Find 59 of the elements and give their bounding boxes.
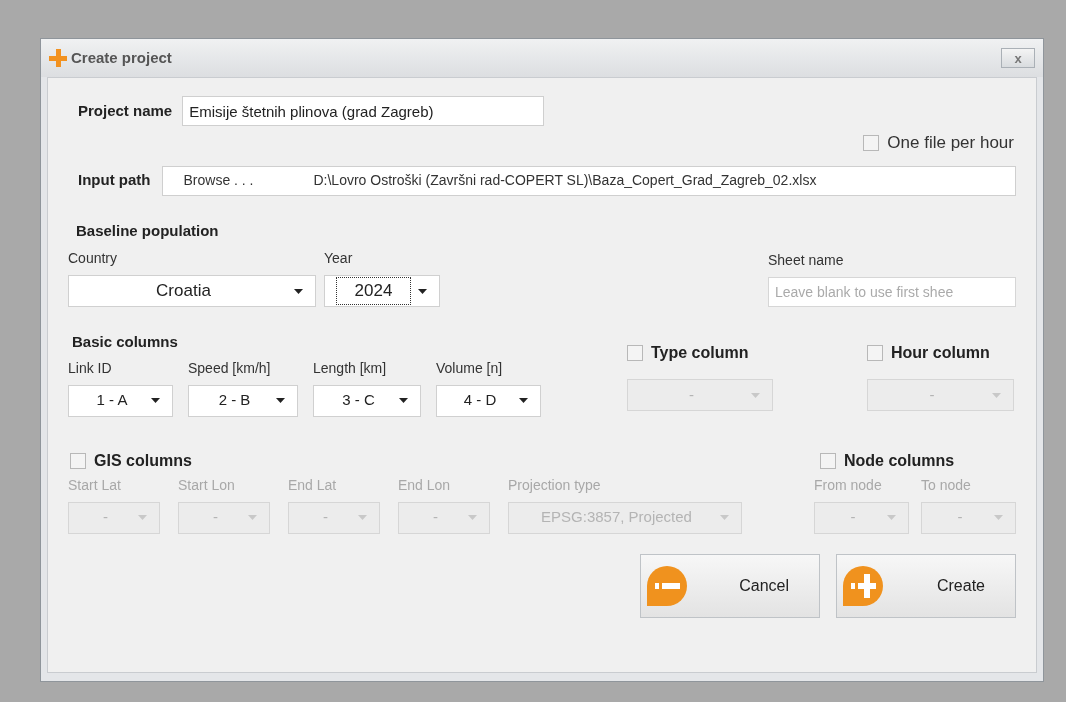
checkbox-label: GIS columns: [94, 450, 192, 471]
dropdown[interactable]: 2024: [324, 275, 440, 307]
field-label: Speed [km/h]: [188, 358, 272, 378]
checkbox-label: Type column: [651, 343, 749, 363]
caret-icon: [358, 515, 367, 520]
dropdown[interactable]: 4 - D: [436, 384, 541, 417]
field-label: End Lon: [398, 475, 452, 495]
dropdown[interactable]: 1 - A: [68, 384, 173, 417]
field-label: To node: [921, 475, 972, 495]
caret-icon: [248, 515, 257, 520]
dropdown[interactable]: 2 - B: [188, 384, 298, 417]
checkbox[interactable]: [863, 134, 880, 151]
field-label: Projection type: [508, 475, 602, 495]
caret-icon: [519, 398, 528, 403]
caret-icon: [720, 515, 729, 520]
caret-icon: [294, 288, 303, 294]
plus-icon: [49, 49, 67, 67]
input-field[interactable]: Emisije štetnih plinova (grad Zagreb): [182, 96, 545, 126]
minus-icon: [645, 563, 689, 608]
caret-icon: [468, 515, 477, 520]
caret-icon: [887, 515, 896, 520]
checkbox-label: One file per hour: [887, 132, 1014, 154]
caret-icon: [992, 392, 1001, 398]
field-label: From node: [814, 475, 883, 495]
checkbox-label: Node columns: [844, 450, 955, 471]
dropdown[interactable]: 3 - C: [313, 384, 421, 417]
checkbox[interactable]: [820, 452, 836, 469]
caret-icon: [276, 398, 285, 403]
window-title: Create project: [71, 47, 172, 68]
plus-icon: [841, 563, 885, 608]
dropdown[interactable]: Croatia: [68, 275, 316, 307]
caret-icon: [151, 398, 160, 403]
field-label: Start Lat: [68, 475, 122, 495]
caret-icon: [418, 288, 427, 294]
checkbox-label: Hour column: [891, 343, 990, 363]
field-label: Volume [n]: [436, 358, 504, 378]
caret-icon: [138, 515, 147, 520]
field-label: Sheet name: [768, 251, 845, 270]
section-title: Basic columns: [71, 332, 179, 352]
checkbox[interactable]: [70, 452, 86, 469]
field-label: Link ID: [68, 358, 113, 378]
field-label: Start Lon: [178, 475, 236, 495]
input-field[interactable]: Leave blank to use first shee: [768, 277, 1016, 307]
field-label: Country: [68, 249, 119, 268]
field-label: Length [km]: [313, 358, 388, 378]
caret-icon: [994, 515, 1003, 520]
section-title: Baseline population: [75, 220, 220, 241]
close-button[interactable]: x: [1001, 48, 1035, 68]
caret-icon: [399, 398, 408, 403]
path-field[interactable]: Browse . . . D:\Lovro Ostroški (Završni rad-COPERT SL)\Baza_Copert_Grad_Zagreb_02.xlsx: [162, 165, 1016, 196]
create-button[interactable]: Create: [836, 553, 1016, 618]
browse-link[interactable]: Browse . . .: [163, 170, 294, 191]
field-label: Year: [324, 249, 354, 268]
file-path: D:\Lovro Ostroški (Završni rad-COPERT SL)\Baza_Copert_Grad_Zagreb_02.xlsx: [313, 171, 817, 190]
field-label: Project name: [78, 100, 173, 121]
field-label: Input path: [78, 170, 151, 191]
caret-icon: [751, 392, 760, 398]
cancel-button[interactable]: Cancel: [640, 553, 820, 618]
field-label: End Lat: [288, 475, 338, 495]
